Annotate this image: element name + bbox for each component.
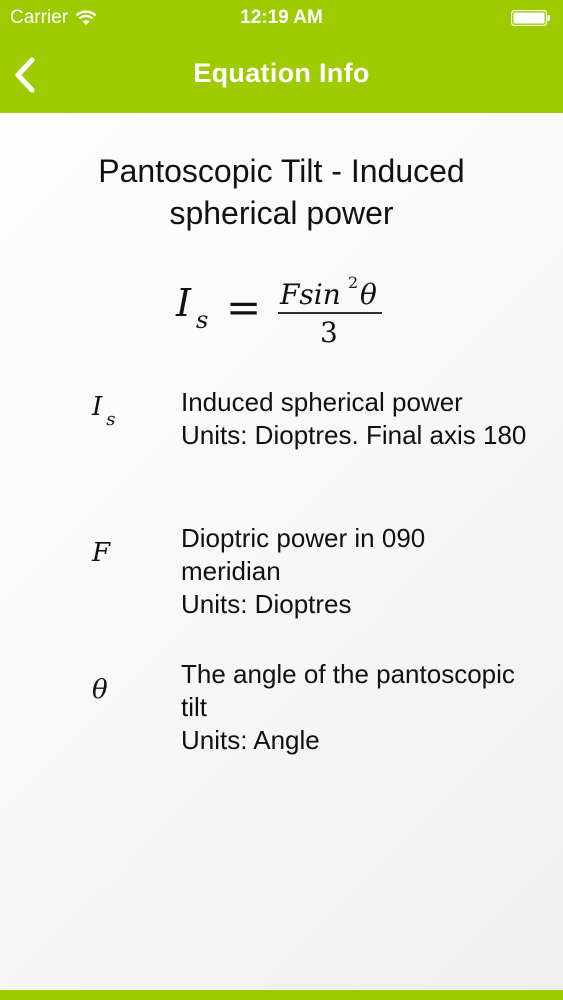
variable-description-theta: The angle of the pantoscopic tilt Units:… [181,658,531,757]
equation-denominator: 3 [320,316,338,349]
variable-description-is: Induced spherical power Units: Dioptres.… [181,386,531,452]
equation-numerator-theta: θ [360,278,377,311]
equation-lhs-sub: s [196,306,208,334]
variable-symbol-f: F [92,538,111,568]
variable-desc-text: Induced spherical power [181,387,463,417]
variable-symbol-theta: θ [92,675,108,705]
bottom-accent-bar [0,990,563,1000]
battery-icon [510,9,551,27]
equation-formula: I s = Fsin 2 θ 3 [0,272,563,352]
equation-numerator: Fsin [279,278,341,311]
variable-description-f: Dioptric power in 090 meridian Units: Di… [181,522,531,621]
nav-title: Equation Info [193,58,370,88]
variable-symbol-is: Is [92,392,116,430]
variable-units-text: Units: Dioptres. Final axis 180 [181,420,527,450]
variable-desc-text: The angle of the pantoscopic tilt [181,659,515,722]
variable-desc-text: Dioptric power in 090 meridian [181,523,426,586]
equation-title: Pantoscopic Tilt - Induced spherical pow… [98,153,465,231]
equation-lhs: I [175,281,192,325]
variable-units-text: Units: Angle [181,725,320,755]
equation-equals: = [226,283,261,332]
navigation-bar: Equation Info [0,36,563,113]
variable-units-text: Units: Dioptres [181,589,352,619]
status-bar: Carrier 12:19 AM [0,0,563,36]
status-time: 12:19 AM [240,7,323,28]
equation-numerator-sup: 2 [348,273,358,292]
